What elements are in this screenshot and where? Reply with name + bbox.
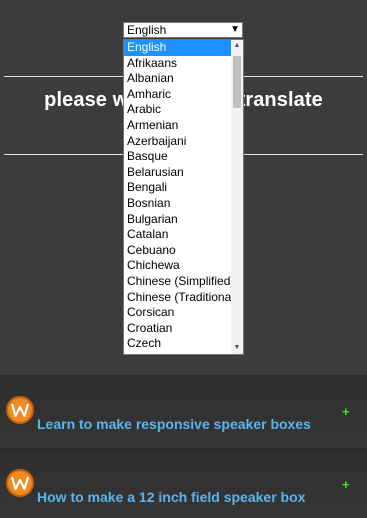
language-option[interactable]: Basque [124,149,231,165]
brand-logo-icon [6,396,34,424]
language-select[interactable]: English ▼ [123,22,243,38]
language-option[interactable]: Chinese (Simplified) [124,274,231,290]
language-option[interactable]: Cebuano [124,243,231,259]
language-option[interactable]: English [124,40,231,56]
expand-plus-icon[interactable]: + [342,477,350,492]
expand-plus-icon[interactable]: + [342,404,350,419]
language-option[interactable]: Amharic [124,87,231,103]
language-option[interactable]: Bosnian [124,196,231,212]
language-option[interactable]: Corsican [124,305,231,321]
language-option[interactable]: Bulgarian [124,212,231,228]
language-dropdown-list[interactable]: English Afrikaans Albanian Amharic Arabi… [123,39,244,355]
language-option[interactable]: Croatian [124,321,231,337]
article-link[interactable]: Learn to make responsive speaker boxes [37,416,311,432]
article-card[interactable]: Learn to make responsive speaker boxes + [0,375,367,448]
scroll-up-arrow-icon[interactable]: ▲ [231,40,243,52]
language-select-value: English [127,23,167,37]
language-option[interactable]: Bengali [124,180,231,196]
chevron-down-icon: ▼ [230,24,240,35]
headline-right: translate [238,89,323,111]
dropdown-scrollbar[interactable]: ▲ ▼ [231,40,243,354]
language-option[interactable]: Czech [124,336,231,352]
language-option[interactable]: Arabic [124,102,231,118]
brand-logo-icon [6,469,34,497]
scroll-down-arrow-icon[interactable]: ▼ [231,342,243,354]
scrollbar-thumb[interactable] [233,56,241,108]
language-option[interactable]: Belarusian [124,165,231,181]
language-option[interactable]: Albanian [124,71,231,87]
language-option[interactable]: Catalan [124,227,231,243]
language-option[interactable]: Afrikaans [124,56,231,72]
language-option[interactable]: Chinese (Traditional) [124,290,231,306]
article-link[interactable]: How to make a 12 inch field speaker box [37,489,305,505]
language-options: English Afrikaans Albanian Amharic Arabi… [124,40,231,352]
language-option[interactable]: Chichewa [124,258,231,274]
article-card[interactable]: How to make a 12 inch field speaker box … [0,448,367,518]
language-option[interactable]: Azerbaijani [124,134,231,150]
language-option[interactable]: Armenian [124,118,231,134]
